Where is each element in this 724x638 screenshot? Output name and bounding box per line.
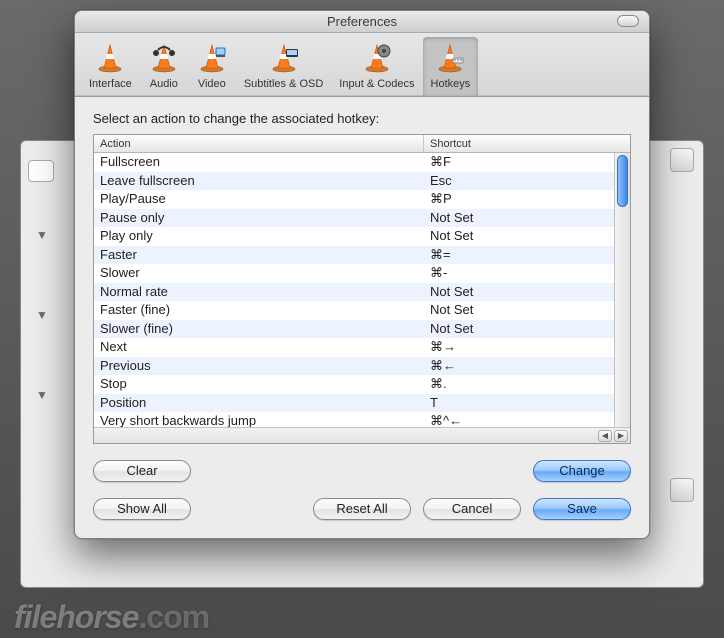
cell-action: Slower bbox=[94, 264, 424, 283]
table-row[interactable]: Play onlyNot Set bbox=[94, 227, 614, 246]
toolbar-item-label: Subtitles & OSD bbox=[244, 78, 323, 90]
instruction-label: Select an action to change the associate… bbox=[93, 111, 631, 126]
cell-action: Next bbox=[94, 338, 424, 357]
background-control bbox=[670, 148, 694, 172]
cancel-button[interactable]: Cancel bbox=[423, 498, 521, 520]
column-header-shortcut[interactable]: Shortcut bbox=[424, 135, 630, 152]
table-row[interactable]: Very short backwards jump⌘^← bbox=[94, 412, 614, 427]
toolbar-item-interface[interactable]: Interface bbox=[81, 37, 140, 96]
toolbar-item-subtitles-osd[interactable]: Subtitles & OSD bbox=[236, 37, 331, 96]
cell-action: Leave fullscreen bbox=[94, 172, 424, 191]
scroll-left-icon[interactable]: ◀ bbox=[598, 430, 612, 442]
table-row[interactable]: Next⌘→ bbox=[94, 338, 614, 357]
change-button[interactable]: Change bbox=[533, 460, 631, 482]
cell-action: Pause only bbox=[94, 209, 424, 228]
cell-action: Normal rate bbox=[94, 283, 424, 302]
table-row[interactable]: Faster⌘= bbox=[94, 246, 614, 265]
toolbar-pill-button[interactable] bbox=[617, 15, 639, 27]
disclosure-triangle-icon: ▼ bbox=[36, 388, 48, 402]
background-tab bbox=[28, 160, 54, 182]
cone-icon bbox=[434, 41, 466, 76]
cone-icon bbox=[94, 41, 126, 76]
cell-action: Play/Pause bbox=[94, 190, 424, 209]
table-body[interactable]: Fullscreen⌘FLeave fullscreenEscPlay/Paus… bbox=[94, 153, 614, 427]
cell-shortcut: ⌘← bbox=[424, 357, 614, 376]
cell-shortcut: ⌘P bbox=[424, 190, 614, 209]
cell-shortcut: ⌘→ bbox=[424, 338, 614, 357]
table-row[interactable]: Previous⌘← bbox=[94, 357, 614, 376]
disclosure-triangle-icon: ▼ bbox=[36, 228, 48, 242]
cell-shortcut: T bbox=[424, 394, 614, 413]
cell-shortcut: Not Set bbox=[424, 283, 614, 302]
cone-icon bbox=[196, 41, 228, 76]
toolbar-item-hotkeys[interactable]: Hotkeys bbox=[423, 37, 479, 96]
table-row[interactable]: Fullscreen⌘F bbox=[94, 153, 614, 172]
cell-shortcut: ⌘= bbox=[424, 246, 614, 265]
cone-icon bbox=[148, 41, 180, 76]
table-row[interactable]: Play/Pause⌘P bbox=[94, 190, 614, 209]
cell-action: Stop bbox=[94, 375, 424, 394]
table-header: Action Shortcut bbox=[94, 135, 630, 153]
toolbar-item-input-codecs[interactable]: Input & Codecs bbox=[331, 37, 422, 96]
cell-shortcut: ⌘- bbox=[424, 264, 614, 283]
cell-action: Slower (fine) bbox=[94, 320, 424, 339]
cell-action: Faster bbox=[94, 246, 424, 265]
toolbar-item-label: Interface bbox=[89, 78, 132, 90]
scrollbar-thumb[interactable] bbox=[617, 155, 628, 207]
table-row[interactable]: Leave fullscreenEsc bbox=[94, 172, 614, 191]
cell-shortcut: ⌘. bbox=[424, 375, 614, 394]
watermark: filehorse.com bbox=[14, 599, 209, 636]
toolbar-item-label: Video bbox=[198, 78, 226, 90]
disclosure-triangle-icon: ▼ bbox=[36, 308, 48, 322]
cell-action: Position bbox=[94, 394, 424, 413]
cell-shortcut: ⌘^← bbox=[424, 412, 614, 427]
cell-shortcut: ⌘F bbox=[424, 153, 614, 172]
cell-shortcut: Not Set bbox=[424, 227, 614, 246]
cell-action: Faster (fine) bbox=[94, 301, 424, 320]
toolbar-item-video[interactable]: Video bbox=[188, 37, 236, 96]
show-all-button[interactable]: Show All bbox=[93, 498, 191, 520]
cell-shortcut: Not Set bbox=[424, 301, 614, 320]
clear-button[interactable]: Clear bbox=[93, 460, 191, 482]
titlebar: Preferences bbox=[75, 11, 649, 33]
vertical-scrollbar[interactable] bbox=[614, 153, 630, 427]
toolbar-item-label: Input & Codecs bbox=[339, 78, 414, 90]
window-title: Preferences bbox=[327, 14, 397, 29]
scroll-right-icon[interactable]: ▶ bbox=[614, 430, 628, 442]
content-area: Select an action to change the associate… bbox=[75, 97, 649, 538]
cell-shortcut: Not Set bbox=[424, 209, 614, 228]
table-row[interactable]: Stop⌘. bbox=[94, 375, 614, 394]
table-row[interactable]: Pause onlyNot Set bbox=[94, 209, 614, 228]
save-button[interactable]: Save bbox=[533, 498, 631, 520]
preferences-window: Preferences Interface Audio Video Subtitles… bbox=[74, 10, 650, 539]
cell-action: Play only bbox=[94, 227, 424, 246]
background-control bbox=[670, 478, 694, 502]
cone-icon bbox=[361, 41, 393, 76]
table-row[interactable]: Faster (fine)Not Set bbox=[94, 301, 614, 320]
toolbar-item-label: Audio bbox=[150, 78, 178, 90]
horizontal-scrollbar[interactable]: ◀ ▶ bbox=[94, 427, 630, 443]
cell-action: Very short backwards jump bbox=[94, 412, 424, 427]
toolbar-item-label: Hotkeys bbox=[431, 78, 471, 90]
column-header-action[interactable]: Action bbox=[94, 135, 424, 152]
cell-shortcut: Not Set bbox=[424, 320, 614, 339]
table-row[interactable]: Normal rateNot Set bbox=[94, 283, 614, 302]
reset-all-button[interactable]: Reset All bbox=[313, 498, 411, 520]
cell-action: Fullscreen bbox=[94, 153, 424, 172]
cell-shortcut: Esc bbox=[424, 172, 614, 191]
preferences-toolbar: Interface Audio Video Subtitles & OSD Input … bbox=[75, 33, 649, 97]
table-row[interactable]: Slower (fine)Not Set bbox=[94, 320, 614, 339]
cone-icon bbox=[268, 41, 300, 76]
table-row[interactable]: Slower⌘- bbox=[94, 264, 614, 283]
table-row[interactable]: PositionT bbox=[94, 394, 614, 413]
hotkeys-table: Action Shortcut Fullscreen⌘FLeave fullsc… bbox=[93, 134, 631, 444]
cell-action: Previous bbox=[94, 357, 424, 376]
toolbar-item-audio[interactable]: Audio bbox=[140, 37, 188, 96]
